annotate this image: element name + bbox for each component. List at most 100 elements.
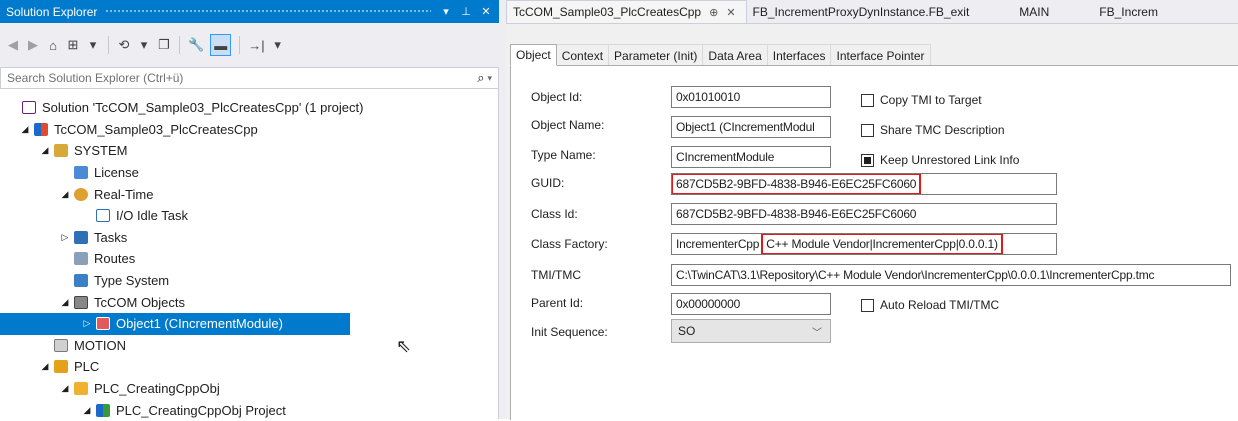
pending-changes-caret-icon[interactable]: ▾	[137, 34, 151, 56]
solution-explorer-search: ⌕ ▾	[0, 67, 499, 89]
routes-icon	[74, 252, 88, 266]
tree-item[interactable]: ◢ PLC_CreatingCppObj	[0, 378, 499, 400]
auto-reload-checkbox-box[interactable]	[861, 298, 874, 312]
search-options-caret-icon[interactable]: ▾	[487, 73, 492, 84]
copy-tmi-checkbox-box[interactable]	[861, 93, 874, 107]
toolbar-separator	[179, 36, 180, 54]
tree-item[interactable]: ◢ PLC	[0, 356, 499, 378]
show-all-files-icon[interactable]: ▬	[210, 34, 232, 56]
chevron-down-icon[interactable]: ﹀	[812, 324, 822, 339]
keep-unrestored-checkbox-label: Keep Unrestored Link Info	[880, 153, 1020, 167]
expand-toggle-icon[interactable]: ▷	[80, 318, 94, 329]
object-id-field[interactable]: 0x01010010	[671, 86, 831, 108]
tree-item-label: TcCOM_Sample03_PlcCreatesCpp	[54, 121, 258, 137]
document-tab[interactable]: FB_IncrementProxyDynInstance.FB_exit	[747, 0, 980, 23]
title-grip[interactable]	[105, 9, 431, 14]
tree-item[interactable]: ◢ TcCOM Objects	[0, 291, 499, 313]
keep-unrestored-link-info-checkbox[interactable]: Keep Unrestored Link Info	[861, 153, 1019, 167]
type-name-field[interactable]: CIncrementModule	[671, 146, 831, 168]
expand-toggle-icon[interactable]: ◢	[18, 124, 32, 135]
parent-id-field[interactable]: 0x00000000	[671, 293, 831, 315]
share-tmc-checkbox-box[interactable]	[861, 123, 874, 137]
toolbar-separator	[239, 36, 241, 54]
tree-item[interactable]: MOTION	[0, 335, 499, 357]
keep-unrestored-checkbox-box[interactable]	[861, 153, 874, 167]
document-tab[interactable]: TcCOM_Sample03_PlcCreatesCpp ⊕ ✕	[506, 0, 747, 23]
pin-tab-icon[interactable]: ⊕	[709, 6, 718, 19]
class-id-field[interactable]: 687CD5B2-9BFD-4838-B946-E6EC25FC6060	[671, 203, 1057, 225]
expand-toggle-icon[interactable]: ◢	[38, 361, 52, 372]
tab-interface-pointer[interactable]: Interface Pointer	[830, 44, 931, 66]
tree-item[interactable]: ◢ Real-Time	[0, 183, 499, 205]
forward-icon[interactable]: ▶	[26, 34, 40, 56]
plc-project-icon	[96, 403, 110, 417]
class-factory-field[interactable]: IncrementerCpp C++ Module Vendor|Increme…	[671, 233, 1057, 255]
document-tab[interactable]: MAIN	[979, 0, 1059, 23]
tmi-tmc-field[interactable]: C:\TwinCAT\3.1\Repository\C++ Module Ven…	[671, 264, 1231, 286]
solution-explorer-toolbar: ◀ ▶ ⌂ ⊞ ▾ ⟲ ▾ ❐ 🔧 ▬ →| ▾	[0, 23, 499, 67]
tree-item-label: SYSTEM	[74, 143, 128, 159]
search-icon[interactable]: ⌕	[477, 70, 484, 86]
expand-toggle-icon[interactable]: ◢	[58, 383, 72, 394]
pending-changes-icon[interactable]: ⟲	[117, 34, 131, 56]
expand-toggle-icon[interactable]: ◢	[80, 405, 94, 416]
expand-toggle-icon[interactable]: ▷	[58, 232, 72, 243]
guid-field[interactable]: 687CD5B2-9BFD-4838-B946-E6EC25FC6060	[671, 173, 1057, 195]
collapse-all-icon[interactable]: ❐	[157, 34, 171, 56]
back-icon[interactable]: ◀	[6, 34, 20, 56]
preview-caret-icon[interactable]: ▾	[271, 34, 285, 56]
mouse-cursor-icon: ⇖	[396, 336, 412, 356]
switch-views-caret-icon[interactable]: ▾	[86, 34, 100, 56]
copy-tmi-to-target-checkbox[interactable]: Copy TMI to Target	[861, 93, 982, 107]
tree-item[interactable]: ◢ SYSTEM	[0, 140, 499, 162]
tab-interfaces[interactable]: Interfaces	[766, 44, 832, 66]
solution-tree: Solution 'TcCOM_Sample03_PlcCreatesCpp' …	[0, 97, 499, 421]
tree-item[interactable]: ▷ Tasks	[0, 227, 499, 249]
home-icon[interactable]: ⌂	[46, 34, 60, 56]
tab-data-area[interactable]: Data Area	[702, 44, 768, 66]
tree-item-label: Real-Time	[94, 186, 154, 202]
tree-item[interactable]: I/O Idle Task	[0, 205, 499, 227]
tccom-objects-icon	[74, 295, 88, 309]
document-tab[interactable]: FB_Increm	[1059, 0, 1168, 23]
tree-item[interactable]: Solution 'TcCOM_Sample03_PlcCreatesCpp' …	[0, 97, 499, 119]
switch-views-icon[interactable]: ⊞	[66, 34, 80, 56]
tab-parameter-init[interactable]: Parameter (Init)	[608, 44, 704, 66]
class-factory-value: IncrementerCpp	[676, 237, 760, 251]
license-icon	[74, 166, 88, 180]
tab-object[interactable]: Object	[510, 44, 557, 66]
tree-item[interactable]: Routes	[0, 248, 499, 270]
tree-item[interactable]: ◢ PLC_CreatingCppObj Project	[0, 399, 499, 421]
preview-selected-icon[interactable]: →|	[248, 34, 264, 56]
tree-item[interactable]: License	[0, 162, 499, 184]
auto-reload-checkbox-label: Auto Reload TMI/TMC	[880, 298, 1000, 312]
share-tmc-description-checkbox[interactable]: Share TMC Description	[861, 123, 1005, 137]
close-tab-icon[interactable]: ✕	[726, 6, 735, 19]
expand-toggle-icon[interactable]: ◢	[58, 189, 72, 200]
expand-toggle-icon[interactable]: ◢	[58, 297, 72, 308]
tree-item-label: License	[94, 165, 139, 181]
object-name-field[interactable]: Object1 (CIncrementModul	[671, 116, 831, 138]
auto-reload-tmi-tmc-checkbox[interactable]: Auto Reload TMI/TMC	[861, 298, 999, 312]
window-position-dropdown-icon[interactable]: ▾	[439, 5, 453, 18]
expand-toggle-icon[interactable]: ◢	[38, 145, 52, 156]
panel-splitter[interactable]	[499, 0, 506, 419]
tree-item[interactable]: ◢ TcCOM_Sample03_PlcCreatesCpp	[0, 119, 499, 141]
copy-tmi-checkbox-label: Copy TMI to Target	[880, 93, 982, 107]
guid-label: GUID:	[531, 176, 565, 190]
close-icon[interactable]: ✕	[479, 5, 493, 18]
properties-wrench-icon[interactable]: 🔧	[188, 34, 204, 56]
tree-item-label: PLC_CreatingCppObj Project	[116, 402, 286, 418]
document-tab-strip: TcCOM_Sample03_PlcCreatesCpp ⊕ ✕ FB_Increme…	[506, 0, 1238, 23]
class-factory-label: Class Factory:	[531, 237, 608, 251]
task-icon	[96, 209, 110, 223]
search-input[interactable]	[7, 71, 478, 85]
tasks-icon	[74, 230, 88, 244]
tree-item-label: TcCOM Objects	[94, 294, 186, 310]
share-tmc-checkbox-label: Share TMC Description	[880, 123, 1005, 137]
auto-hide-pin-icon[interactable]: ⊥	[459, 5, 473, 18]
tree-item[interactable]: Type System	[0, 270, 499, 292]
tab-context[interactable]: Context	[555, 44, 610, 66]
tree-item[interactable]: ▷ Object1 (CIncrementModule)	[0, 312, 350, 335]
init-sequence-dropdown[interactable]: SO ﹀	[671, 319, 831, 343]
